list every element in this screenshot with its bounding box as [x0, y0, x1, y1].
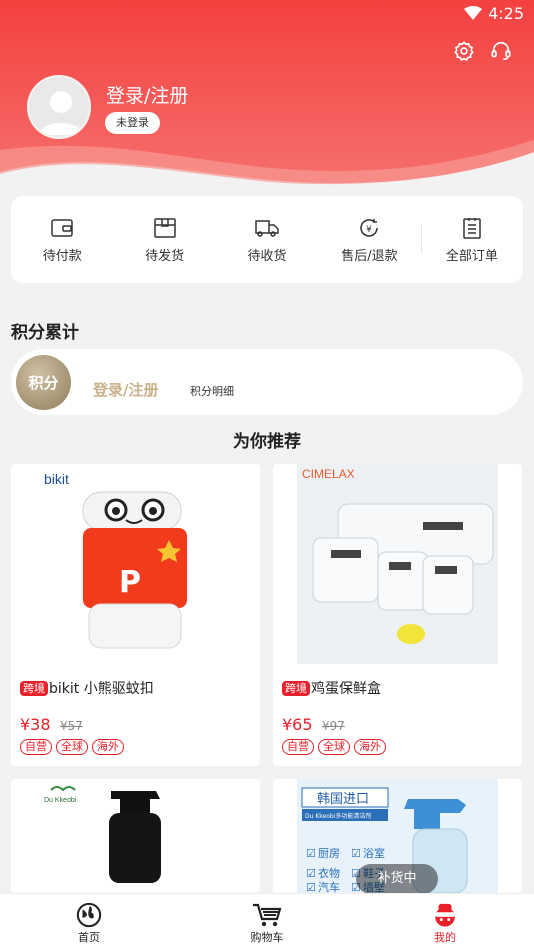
badge-global: 全球: [56, 739, 88, 755]
feature-check: 浴室: [363, 846, 385, 860]
cross-border-tag: 跨境: [20, 680, 48, 696]
badge-overseas: 海外: [354, 739, 386, 755]
status-bar: 4:25: [0, 0, 534, 30]
restock-toast: 补货中: [356, 864, 438, 894]
svg-text:☑: ☑: [306, 847, 316, 860]
customer-service-icon[interactable]: [488, 38, 514, 64]
points-detail-link[interactable]: 积分明细: [190, 383, 234, 399]
cart-icon: [253, 903, 282, 927]
order-label: 待发货: [145, 249, 185, 264]
product-original-price: ¥97: [322, 719, 345, 733]
product-title: 鸡蛋保鲜盒: [311, 681, 381, 697]
tab-label: 我的: [434, 931, 456, 944]
svg-text:☑: ☑: [351, 847, 361, 860]
order-pending-shipment[interactable]: 待发货: [113, 196, 215, 283]
refund-icon: ¥: [357, 217, 381, 239]
login-register-title[interactable]: 登录/注册: [106, 81, 188, 108]
svg-text:☑: ☑: [306, 881, 316, 893]
profile-header: 4:25 登录/注册 未登录: [0, 0, 534, 200]
wallet-icon: [50, 217, 74, 239]
product-image: bikit P: [11, 464, 260, 664]
bottom-tab-bar: 首页 购物车 我的: [0, 893, 534, 949]
tab-cart[interactable]: 购物车: [178, 894, 356, 949]
order-pending-payment[interactable]: 待付款: [11, 196, 113, 283]
svg-text:☑: ☑: [306, 867, 316, 880]
points-login-link[interactable]: 登录/注册: [93, 379, 158, 400]
badge-self-operated: 自营: [282, 739, 314, 755]
points-card[interactable]: 积分 登录/注册 积分明细: [11, 349, 523, 415]
login-status-badge: 未登录: [105, 112, 160, 134]
product-title: bikit 小熊驱蚊扣: [49, 681, 154, 697]
banner-title: 韩国进口: [317, 792, 369, 807]
feature-check: 汽车: [318, 880, 340, 893]
clock: 4:25: [488, 4, 524, 23]
user-face-icon: [434, 903, 456, 927]
feature-check: 衣物: [318, 866, 340, 880]
svg-text:¥: ¥: [367, 225, 373, 235]
tab-label: 购物车: [250, 931, 284, 944]
product-price: ¥38: [20, 715, 51, 734]
brand-logo: bikit: [44, 471, 69, 487]
order-pending-receipt[interactable]: 待收货: [216, 196, 318, 283]
list-icon: [460, 217, 484, 239]
badge-self-operated: 自营: [20, 739, 52, 755]
svg-text:P: P: [119, 565, 141, 600]
brand-logo: Du Kkeobi: [44, 797, 77, 804]
order-after-sales[interactable]: ¥ 售后/退款: [318, 196, 420, 283]
avatar[interactable]: [27, 75, 91, 139]
product-image: CIMELAX: [273, 464, 522, 664]
product-card[interactable]: bikit P 跨境 bikit 小熊驱蚊扣 ¥38 ¥57 自营 全球 海外: [11, 464, 260, 766]
tab-mine[interactable]: 我的: [356, 894, 534, 949]
product-badges: 自营 全球 海外: [282, 739, 386, 755]
order-shortcuts: 待付款 待发货 待收货 ¥ 售后/退款 全部订单: [11, 196, 523, 283]
order-all[interactable]: 全部订单: [420, 196, 523, 283]
badge-overseas: 海外: [92, 739, 124, 755]
truck-icon: [255, 217, 279, 239]
product-card[interactable]: CIMELAX 跨境 鸡蛋保鲜盒 ¥65 ¥97 自营 全球 海外: [273, 464, 522, 766]
tab-home[interactable]: 首页: [0, 894, 178, 949]
box-icon: [153, 217, 177, 239]
product-image: Du Kkeobi: [11, 779, 260, 893]
cross-border-tag: 跨境: [282, 680, 310, 696]
points-medal-icon: 积分: [16, 355, 71, 410]
settings-icon[interactable]: [451, 38, 477, 64]
product-name: 跨境 bikit 小熊驱蚊扣: [20, 678, 154, 698]
order-label: 全部订单: [445, 249, 498, 264]
product-badges: 自营 全球 海外: [20, 739, 124, 755]
banner-subtitle: Du Kkeobi多功能清洁剂: [305, 812, 371, 820]
badge-global: 全球: [318, 739, 350, 755]
product-price: ¥65: [282, 715, 313, 734]
order-label: 售后/退款: [341, 249, 398, 264]
feature-check: 厨房: [318, 847, 340, 860]
product-original-price: ¥57: [60, 719, 83, 733]
product-card[interactable]: Du Kkeobi: [11, 779, 260, 893]
product-name: 跨境 鸡蛋保鲜盒: [282, 678, 381, 698]
globe-icon: [76, 902, 102, 928]
brand-logo: CIMELAX: [302, 467, 355, 481]
wifi-icon: [464, 6, 482, 20]
order-label: 待收货: [247, 249, 287, 264]
recommend-title: 为你推荐: [233, 432, 301, 452]
order-label: 待付款: [42, 249, 82, 264]
tab-label: 首页: [78, 931, 100, 944]
points-section-title: 积分累计: [11, 323, 79, 343]
medal-text: 积分: [28, 374, 59, 392]
